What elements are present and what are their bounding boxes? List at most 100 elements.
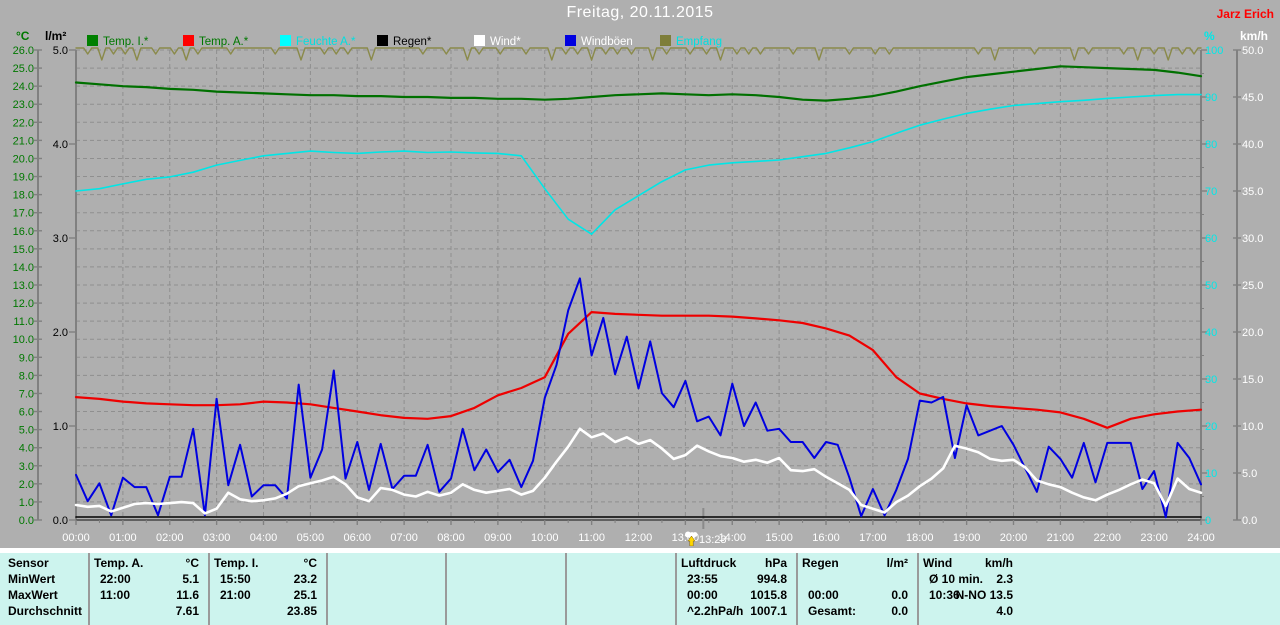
time-tick-label: 00:00 — [62, 532, 90, 544]
stats-max-value: 11.6 — [88, 588, 199, 603]
wind-tick-label: 35.0 — [1242, 186, 1263, 198]
temp-tick-label: 2.0 — [19, 479, 34, 491]
wind-tick-label: 25.0 — [1242, 280, 1263, 292]
humidity-tick-label: 0 — [1205, 515, 1211, 527]
time-tick-label: 15:00 — [765, 532, 793, 544]
humidity-tick-label: 80 — [1205, 139, 1217, 151]
time-tick-label: 17:00 — [859, 532, 887, 544]
rain-tick-label: 5.0 — [53, 45, 68, 57]
time-tick-label: 08:00 — [437, 532, 465, 544]
temp-tick-label: 3.0 — [19, 461, 34, 473]
rain-tick-label: 0.0 — [53, 515, 68, 527]
wind-tick-label: 15.0 — [1242, 374, 1263, 386]
stats-avg-value: 7.61 — [88, 604, 199, 619]
temp-tick-label: 0.0 — [19, 515, 34, 527]
table-divider — [445, 553, 447, 625]
temp-tick-label: 10.0 — [13, 334, 34, 346]
temp-tick-label: 23.0 — [13, 99, 34, 111]
stats-min-value: 23.2 — [208, 572, 317, 587]
temp-tick-label: 1.0 — [19, 497, 34, 509]
time-tick-label: 11:00 — [578, 532, 605, 544]
rain-tick-label: 4.0 — [53, 139, 68, 151]
time-tick-label: 04:00 — [250, 532, 278, 544]
time-tick-label: 21:00 — [1047, 532, 1075, 544]
stats-row-label: Sensor — [8, 556, 49, 571]
stats-row-label: MaxWert — [8, 588, 58, 603]
temp-tick-label: 6.0 — [19, 407, 34, 419]
time-tick-label: 22:00 — [1093, 532, 1121, 544]
humidity-tick-label: 70 — [1205, 186, 1217, 198]
stats-col-unit: km/h — [917, 556, 1013, 571]
temp-tick-label: 8.0 — [19, 370, 34, 382]
wind-tick-label: 45.0 — [1242, 92, 1263, 104]
weather-app-window: Freitag, 20.11.2015 Jarz Erich °C l/m² %… — [0, 0, 1280, 625]
time-tick-label: 24:00 — [1187, 532, 1215, 544]
time-tick-label: 02:00 — [156, 532, 184, 544]
time-tick-label: 06:00 — [343, 532, 371, 544]
temp-tick-label: 13.0 — [13, 280, 34, 292]
stats-avg-value: 0.0 — [796, 604, 908, 619]
humidity-tick-label: 40 — [1205, 327, 1217, 339]
time-marker-icon — [684, 530, 699, 546]
stats-avg-value: 4.0 — [917, 604, 1013, 619]
wind-tick-label: 40.0 — [1242, 139, 1263, 151]
stats-max-value: N-NO 13.5 — [917, 588, 1013, 603]
temp-tick-label: 20.0 — [13, 153, 34, 165]
time-marker-label: 13:23 — [699, 534, 727, 546]
wind-tick-label: 0.0 — [1242, 515, 1257, 527]
time-marker[interactable]: 13:23 — [684, 530, 727, 546]
time-tick-label: 03:00 — [203, 532, 231, 544]
temp-tick-label: 24.0 — [13, 81, 34, 93]
time-tick-label: 07:00 — [390, 532, 418, 544]
wind-tick-label: 5.0 — [1242, 468, 1257, 480]
time-tick-label: 20:00 — [1000, 532, 1028, 544]
stats-row-label: Durchschnitt — [8, 604, 82, 619]
rain-tick-label: 2.0 — [53, 327, 68, 339]
stats-max-value: 25.1 — [208, 588, 317, 603]
stats-min-value: 994.8 — [675, 572, 787, 587]
stats-col-unit: hPa — [675, 556, 787, 571]
time-tick-label: 23:00 — [1140, 532, 1168, 544]
wind-tick-label: 30.0 — [1242, 233, 1263, 245]
stats-min-value: 2.3 — [917, 572, 1013, 587]
time-tick-label: 09:00 — [484, 532, 512, 544]
time-tick-label: 16:00 — [812, 532, 840, 544]
temp-tick-label: 22.0 — [13, 117, 34, 129]
temp-tick-label: 15.0 — [13, 244, 34, 256]
humidity-tick-label: 100 — [1205, 45, 1223, 57]
temp-tick-label: 17.0 — [13, 208, 34, 220]
stats-max-value: 0.0 — [796, 588, 908, 603]
table-divider — [565, 553, 567, 625]
time-tick-label: 05:00 — [297, 532, 325, 544]
temp-tick-label: 4.0 — [19, 443, 34, 455]
stats-col-unit: l/m² — [796, 556, 908, 571]
wind-tick-label: 50.0 — [1242, 45, 1263, 57]
temp-tick-label: 16.0 — [13, 226, 34, 238]
stats-row-label: MinWert — [8, 572, 55, 587]
humidity-tick-label: 30 — [1205, 374, 1217, 386]
rain-tick-label: 3.0 — [53, 233, 68, 245]
humidity-tick-label: 10 — [1205, 468, 1217, 480]
plot-area[interactable] — [76, 50, 1201, 520]
humidity-tick-label: 90 — [1205, 92, 1217, 104]
stats-table: SensorMinWertMaxWertDurchschnittTemp. A.… — [0, 553, 1280, 625]
temp-tick-label: 14.0 — [13, 262, 34, 274]
stats-max-value: 1015.8 — [675, 588, 787, 603]
temp-tick-label: 19.0 — [13, 172, 34, 184]
temp-tick-label: 18.0 — [13, 190, 34, 202]
humidity-tick-label: 20 — [1205, 421, 1217, 433]
temp-tick-label: 9.0 — [19, 352, 34, 364]
temp-tick-label: 26.0 — [13, 45, 34, 57]
rain-tick-label: 1.0 — [53, 421, 68, 433]
temp-tick-label: 12.0 — [13, 298, 34, 310]
stats-avg-value: 23.85 — [208, 604, 317, 619]
humidity-tick-label: 60 — [1205, 233, 1217, 245]
temp-tick-label: 7.0 — [19, 388, 34, 400]
table-divider — [326, 553, 328, 625]
temp-tick-label: 5.0 — [19, 425, 34, 437]
wind-tick-label: 20.0 — [1242, 327, 1263, 339]
wind-tick-label: 10.0 — [1242, 421, 1263, 433]
stats-min-value: 5.1 — [88, 572, 199, 587]
time-tick-label: 10:00 — [531, 532, 559, 544]
time-tick-label: 01:00 — [109, 532, 137, 544]
